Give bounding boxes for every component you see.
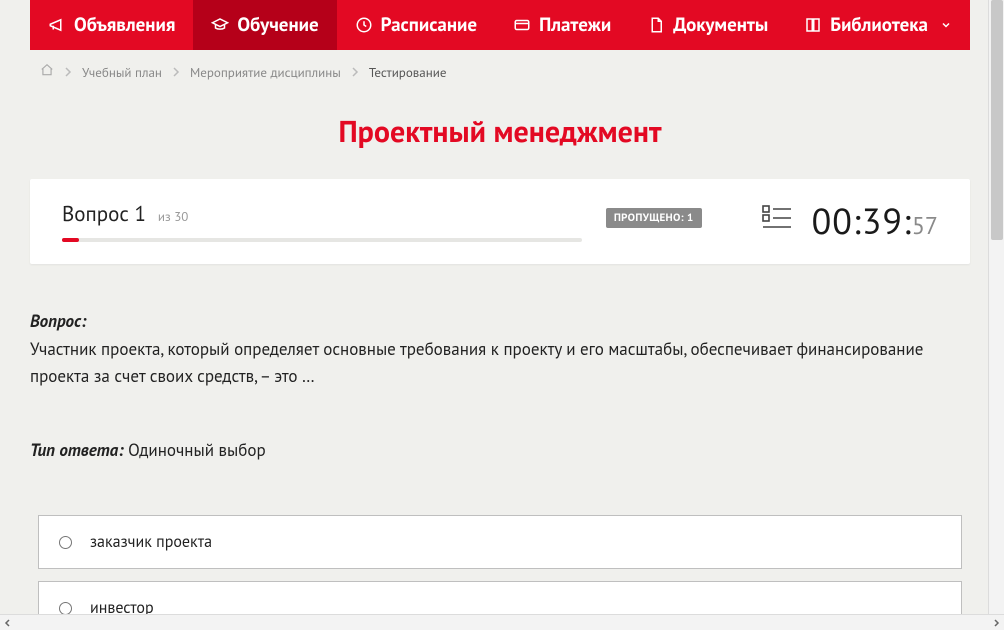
answer-options: заказчик проекта инвестор bbox=[30, 515, 970, 614]
nav-label: Обучение bbox=[237, 13, 318, 37]
breadcrumb-separator bbox=[64, 67, 72, 77]
nav-label: Библиотека bbox=[830, 13, 928, 37]
home-icon bbox=[40, 63, 54, 77]
breadcrumb-separator bbox=[172, 67, 180, 77]
list-icon bbox=[762, 204, 792, 232]
scrollbar-thumb[interactable] bbox=[991, 0, 1003, 240]
breadcrumb-separator bbox=[351, 67, 359, 77]
scroll-left-arrow[interactable] bbox=[0, 615, 16, 630]
chevron-down-icon bbox=[940, 19, 952, 31]
breadcrumb: Учебный план Мероприятие дисциплины Тест… bbox=[30, 50, 970, 94]
nav-documents[interactable]: Документы bbox=[629, 0, 786, 50]
answer-radio[interactable] bbox=[59, 536, 72, 549]
horizontal-scrollbar[interactable] bbox=[0, 614, 1004, 630]
answer-type-value: Одиночный выбор bbox=[128, 439, 266, 461]
nav-payments[interactable]: Платежи bbox=[495, 0, 629, 50]
progress-bar bbox=[62, 238, 582, 242]
timer: 00:39: 57 bbox=[812, 197, 938, 244]
answer-option[interactable]: инвестор bbox=[38, 581, 962, 614]
skipped-badge: ПРОПУЩЕНО: 1 bbox=[606, 208, 702, 228]
nav-schedule[interactable]: Расписание bbox=[337, 0, 495, 50]
megaphone-icon bbox=[48, 16, 66, 34]
breadcrumb-link-event[interactable]: Мероприятие дисциплины bbox=[190, 64, 341, 81]
clock-icon bbox=[355, 16, 373, 34]
question-list-button[interactable] bbox=[762, 204, 792, 237]
scroll-right-arrow[interactable] bbox=[988, 615, 1004, 630]
answer-radio[interactable] bbox=[59, 602, 72, 614]
question-total: из 30 bbox=[158, 208, 188, 225]
timer-seconds: 57 bbox=[912, 210, 938, 241]
vertical-scrollbar[interactable] bbox=[988, 0, 1004, 614]
quiz-status-bar: Вопрос 1 из 30 ПРОПУЩЕНО: 1 bbox=[30, 179, 970, 264]
question-label: Вопрос: bbox=[30, 310, 86, 332]
document-icon bbox=[647, 16, 665, 34]
education-icon bbox=[211, 16, 229, 34]
nav-label: Документы bbox=[673, 13, 768, 37]
library-icon bbox=[804, 16, 822, 34]
breadcrumb-link-plan[interactable]: Учебный план bbox=[82, 64, 162, 81]
answer-type-label: Тип ответа: bbox=[30, 439, 124, 461]
top-nav: Объявления Обучение Расписание Платежи Д… bbox=[30, 0, 970, 50]
breadcrumb-current: Тестирование bbox=[369, 64, 447, 81]
timer-main: 00:39: bbox=[812, 197, 912, 244]
nav-announcements[interactable]: Объявления bbox=[30, 0, 193, 50]
nav-label: Расписание bbox=[381, 13, 477, 37]
question-text: Участник проекта, который определяет осн… bbox=[30, 336, 970, 389]
nav-label: Платежи bbox=[539, 13, 611, 37]
answer-text: инвестор bbox=[90, 598, 154, 614]
nav-education[interactable]: Обучение bbox=[193, 0, 336, 50]
question-body: Вопрос: Участник проекта, который опреде… bbox=[30, 308, 970, 463]
answer-text: заказчик проекта bbox=[90, 532, 212, 552]
payment-icon bbox=[513, 16, 531, 34]
question-number: Вопрос 1 bbox=[62, 200, 146, 227]
page-title: Проектный менеджмент bbox=[30, 112, 970, 151]
nav-label: Объявления bbox=[74, 13, 175, 37]
breadcrumb-home[interactable] bbox=[40, 63, 54, 81]
answer-option[interactable]: заказчик проекта bbox=[38, 515, 962, 569]
nav-library[interactable]: Библиотека bbox=[786, 0, 970, 50]
progress-fill bbox=[62, 238, 79, 242]
